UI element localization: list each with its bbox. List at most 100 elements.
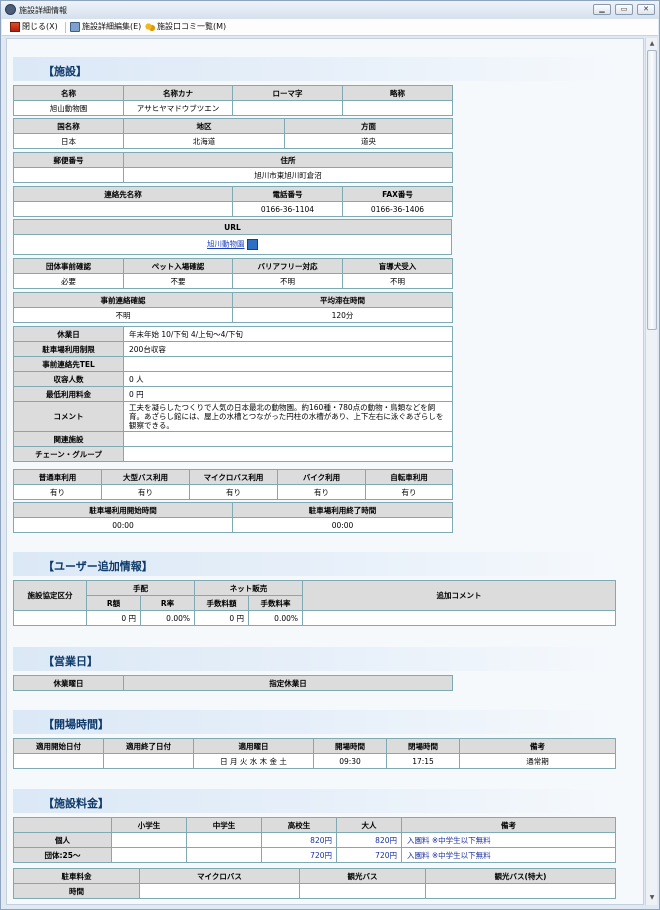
edit-icon xyxy=(70,22,80,32)
region-header: 地区 xyxy=(123,118,285,134)
high-school-fee: 820円 xyxy=(261,832,337,848)
microbus-fee-value xyxy=(139,883,300,899)
adult-header: 大人 xyxy=(336,817,402,833)
elementary-header: 小学生 xyxy=(111,817,187,833)
exit-icon xyxy=(10,22,20,32)
bus-header: 大型バス利用 xyxy=(101,469,190,485)
app-icon xyxy=(5,4,16,15)
name-value: 旭山動物園 xyxy=(13,100,124,116)
guide-dog-value: 不明 xyxy=(342,273,453,289)
comment-value: 工夫を凝らしたつくりで人気の日本最北の動物園。約160種・780点の動物・鳥類な… xyxy=(123,401,453,432)
detail-content: 【施設】 名称 名称カナ ローマ字 略称 旭山動物園 アサヒヤマドウブツエン 国名称 地区… xyxy=(6,38,644,905)
pretel-header: 事前連絡先TEL xyxy=(13,356,124,372)
hours-days-value: 日 月 火 水 木 金 土 xyxy=(193,753,314,769)
people-icon xyxy=(145,22,155,32)
location-table: 国名称 地区 方面 日本 北海道 道央 xyxy=(13,118,453,149)
minimize-button[interactable]: ▁ xyxy=(593,4,611,15)
hours-days-header: 適用曜日 xyxy=(193,738,314,754)
bicycle-header: 自転車利用 xyxy=(365,469,453,485)
car-value: 有り xyxy=(13,484,102,500)
comment-header: コメント xyxy=(13,401,124,432)
stay-value: 120分 xyxy=(232,307,453,323)
tel-value: 0166-36-1104 xyxy=(232,201,343,217)
additional-comment-header: 追加コメント xyxy=(302,580,616,611)
chain-value xyxy=(123,446,453,462)
fees-section-title: 【施設料金】 xyxy=(13,789,620,813)
bus-value: 有り xyxy=(101,484,190,500)
roman-header: ローマ字 xyxy=(232,85,343,101)
pet-value: 不要 xyxy=(123,273,233,289)
close-button[interactable]: 閉じる(X) xyxy=(10,22,58,32)
edit-button[interactable]: 施設詳細編集(E) xyxy=(70,22,141,32)
kana-value: アサヒヤマドウブツエン xyxy=(123,100,233,116)
hours-start-value xyxy=(13,753,104,769)
advance-table: 事前連絡確認 平均滞在時間 不明 120分 xyxy=(13,292,453,323)
scroll-down-icon[interactable]: ▼ xyxy=(647,893,657,903)
user-info-table: 施設協定区分 手配 ネット販売 追加コメント R額 R率 手数料額 手数料率 0 円 0.00… xyxy=(13,580,616,626)
parking-fee-table: 駐車料金 マイクロバス 観光バス 観光バス(特大) 時間 xyxy=(13,868,616,899)
reviews-button[interactable]: 施設口コミ一覧(M) xyxy=(145,22,226,32)
fees-table: 小学生 中学生 高校生 大人 備考 個人 820円 820円 入園料 ※中学生以下無料 団体:… xyxy=(13,817,616,863)
zip-value xyxy=(13,167,124,183)
microbus-header: マイクロバス利用 xyxy=(189,469,278,485)
roman-value xyxy=(232,100,343,116)
pet-header: ペット入場確認 xyxy=(123,258,233,274)
hours-end-value xyxy=(103,753,194,769)
fax-header: FAX番号 xyxy=(342,186,453,202)
country-value: 日本 xyxy=(13,133,124,149)
arrangement-header: 手配 xyxy=(86,580,195,596)
url-link[interactable]: 旭川動物園 xyxy=(207,240,245,249)
contact-table: 連絡先名称 電話番号 FAX番号 0166-36-1104 0166-36-1406 xyxy=(13,186,453,217)
min-fee-header: 最低利用料金 xyxy=(13,386,124,402)
group-value: 必要 xyxy=(13,273,124,289)
related-value xyxy=(123,431,453,447)
business-days-table: 休業曜日 指定休業日 xyxy=(13,675,453,691)
elementary-fee xyxy=(111,832,187,848)
policy-table: 団体事前確認 ペット入場確認 バリアフリー対応 盲導犬受入 必要 不要 不明 不明 xyxy=(13,258,453,289)
hours-section-title: 【開場時間】 xyxy=(13,710,620,734)
pretel-value xyxy=(123,356,453,372)
r-rate-header: R率 xyxy=(140,595,195,611)
net-sales-header: ネット販売 xyxy=(194,580,303,596)
close-time-header: 閉場時間 xyxy=(386,738,460,754)
tour-bus-fee-value xyxy=(299,883,426,899)
parking-fee-header: 駐車料金 xyxy=(13,868,140,884)
microbus-value: 有り xyxy=(189,484,278,500)
scroll-thumb[interactable] xyxy=(647,50,657,330)
contact-header: 連絡先名称 xyxy=(13,186,233,202)
zip-header: 郵便番号 xyxy=(13,152,124,168)
abbr-value xyxy=(342,100,453,116)
toolbar-separator xyxy=(65,22,66,33)
hours-end-header: 適用終了日付 xyxy=(103,738,194,754)
maximize-button[interactable]: ▭ xyxy=(615,4,633,15)
closed-header: 休業日 xyxy=(13,326,124,342)
title-bar: 施設詳細情報 ▁ ▭ ✕ xyxy=(1,1,659,19)
hours-note-value: 通常期 xyxy=(459,753,616,769)
external-link-icon[interactable] xyxy=(246,239,258,250)
barrier-value: 不明 xyxy=(232,273,343,289)
additional-comment-value xyxy=(302,610,616,626)
close-window-button[interactable]: ✕ xyxy=(637,4,655,15)
scroll-up-icon[interactable]: ▲ xyxy=(647,39,657,49)
fee-note: 入園料 ※中学生以下無料 xyxy=(401,832,616,848)
address-table: 郵便番号 住所 旭川市東旭川町倉沼 xyxy=(13,152,453,183)
specified-closed-header: 指定休業日 xyxy=(123,675,453,691)
parking-end-header: 駐車場利用終了時間 xyxy=(232,502,453,518)
advance-header: 事前連絡確認 xyxy=(13,292,233,308)
business-days-section-title: 【営業日】 xyxy=(13,647,620,671)
open-time-value: 09:30 xyxy=(313,753,387,769)
address-header: 住所 xyxy=(123,152,453,168)
vertical-scrollbar[interactable]: ▲ ▼ xyxy=(645,38,657,905)
contact-value xyxy=(13,201,233,217)
category-header: 施設協定区分 xyxy=(13,580,87,611)
advance-value: 不明 xyxy=(13,307,233,323)
car-header: 普通車利用 xyxy=(13,469,102,485)
chain-header: チェーン・グループ xyxy=(13,446,124,462)
high-school-fee: 720円 xyxy=(261,847,337,863)
parking-start-header: 駐車場利用開始時間 xyxy=(13,502,233,518)
barrier-header: バリアフリー対応 xyxy=(232,258,343,274)
direction-header: 方面 xyxy=(284,118,453,134)
fee-amount-header: 手数料額 xyxy=(194,595,249,611)
bike-value: 有り xyxy=(277,484,366,500)
fee-rate-header: 手数料率 xyxy=(248,595,303,611)
